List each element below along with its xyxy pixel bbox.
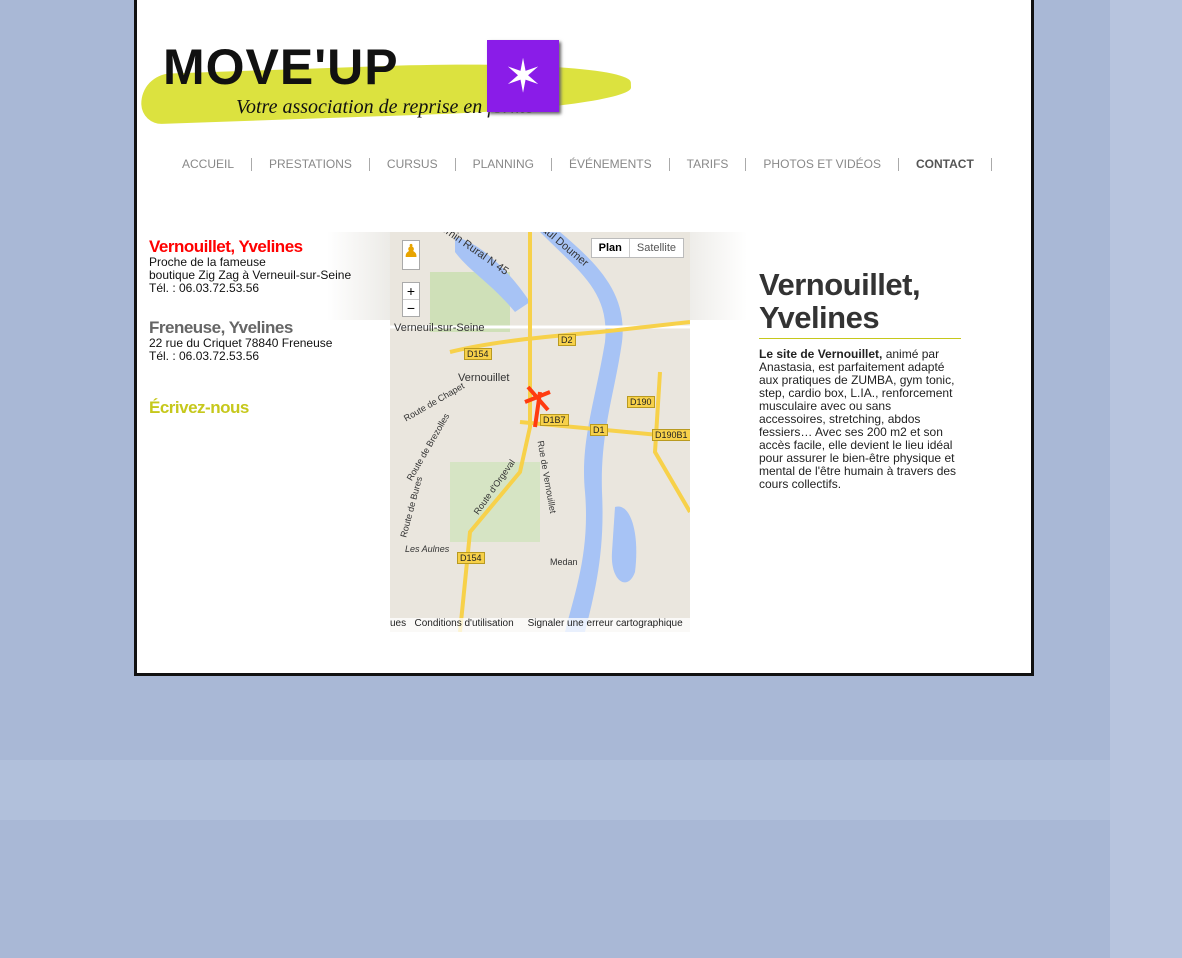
article-text: animé par Anastasia, est parfaitement ad… xyxy=(759,347,957,491)
runner-icon: ✶ xyxy=(487,40,559,112)
zoom-out-button[interactable]: − xyxy=(403,299,419,316)
terms-link[interactable]: Conditions d'utilisation xyxy=(414,618,513,629)
logo[interactable]: MOVE'UP Votre association de reprise en … xyxy=(140,36,641,136)
map-label: Vernouillet xyxy=(458,372,510,384)
report-error-link[interactable]: Signaler une erreur cartographique xyxy=(528,618,683,629)
locations: Vernouillet, Yvelines Proche de la fameu… xyxy=(149,238,389,417)
road-label: D190 xyxy=(627,396,655,408)
road-label: D154 xyxy=(464,348,492,360)
nav-tarifs[interactable]: TARIFS xyxy=(670,158,747,171)
article-title: Vernouillet, Yvelines xyxy=(759,268,961,339)
road-label: D1B7 xyxy=(540,414,569,426)
article-lead: Le site de Vernouillet, xyxy=(759,347,883,361)
nav-evenements[interactable]: ÉVÉNEMENTS xyxy=(552,158,670,171)
location-title[interactable]: Freneuse, Yvelines xyxy=(149,319,389,336)
map-footer-text: ues xyxy=(390,618,407,629)
zoom-control: + − xyxy=(402,282,420,317)
street-view-pegman-icon[interactable]: ♟ xyxy=(402,240,420,270)
plan-button[interactable]: Plan xyxy=(592,239,629,257)
zoom-in-button[interactable]: + xyxy=(403,283,419,299)
page-container: MOVE'UP Votre association de reprise en … xyxy=(134,0,1034,676)
main-nav: ACCUEIL PRESTATIONS CURSUS PLANNING ÉVÉN… xyxy=(165,158,992,171)
nav-planning[interactable]: PLANNING xyxy=(456,158,552,171)
nav-photos-videos[interactable]: PHOTOS ET VIDÉOS xyxy=(746,158,900,171)
road-label: D1 xyxy=(590,424,608,436)
article-body: Le site de Vernouillet, animé par Anasta… xyxy=(759,348,961,491)
logo-text: MOVE'UP xyxy=(163,39,399,95)
location-phone: Tél. : 06.03.72.53.56 xyxy=(149,349,260,363)
map-footer: ues Conditions d'utilisation Signaler un… xyxy=(390,618,690,632)
nav-contact[interactable]: CONTACT xyxy=(899,158,992,171)
map-type-control: Plan Satellite xyxy=(590,238,684,258)
road-label: D2 xyxy=(558,334,576,346)
background-texture xyxy=(0,760,1182,820)
map-label: Les Aulnes xyxy=(405,544,450,554)
nav-accueil[interactable]: ACCUEIL xyxy=(165,158,253,171)
road-label: D190B1 xyxy=(652,429,690,441)
nav-prestations[interactable]: PRESTATIONS xyxy=(252,158,370,171)
location-title[interactable]: Vernouillet, Yvelines xyxy=(149,238,389,255)
road-label: D154 xyxy=(457,552,485,564)
nav-cursus[interactable]: CURSUS xyxy=(370,158,456,171)
location-phone: Tél. : 06.03.72.53.56 xyxy=(149,281,260,295)
map-label: Verneuil-sur-Seine xyxy=(394,322,485,334)
satellite-button[interactable]: Satellite xyxy=(628,239,683,257)
article: Vernouillet, Yvelines Le site de Vernoui… xyxy=(759,268,961,491)
map-label: Medan xyxy=(550,557,578,567)
write-us-link[interactable]: Écrivez-nous xyxy=(149,399,389,416)
google-map[interactable]: Chemin Rural N 45 Paul Doumer Verneuil-s… xyxy=(390,232,690,632)
